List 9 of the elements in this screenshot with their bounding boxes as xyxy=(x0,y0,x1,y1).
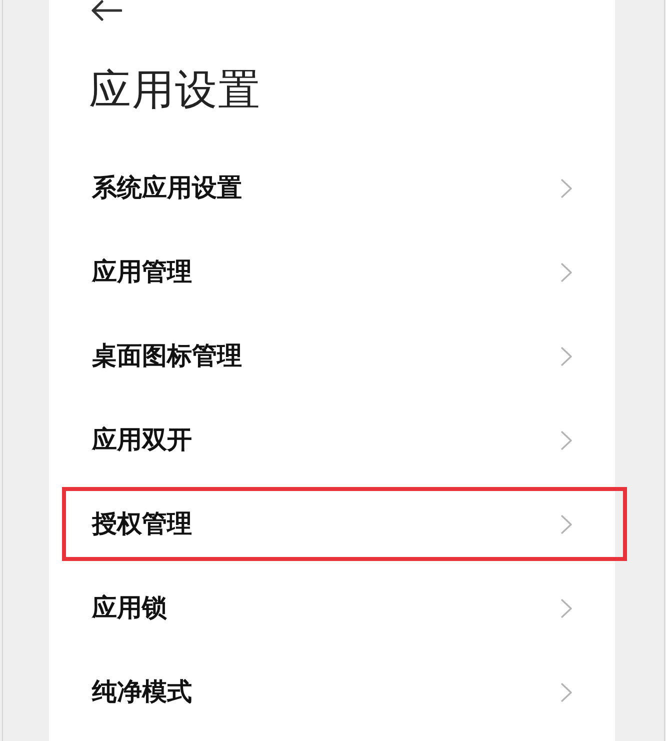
chevron-icon xyxy=(561,178,572,198)
back-icon[interactable] xyxy=(91,0,122,21)
chevron-icon xyxy=(561,682,572,702)
page-title: 应用设置 xyxy=(89,68,261,110)
chevron-icon xyxy=(561,598,572,618)
chevron-icon xyxy=(561,430,572,450)
chevron-icon xyxy=(561,262,572,282)
chevron-icon xyxy=(561,346,572,366)
chevron-icon xyxy=(561,514,572,534)
